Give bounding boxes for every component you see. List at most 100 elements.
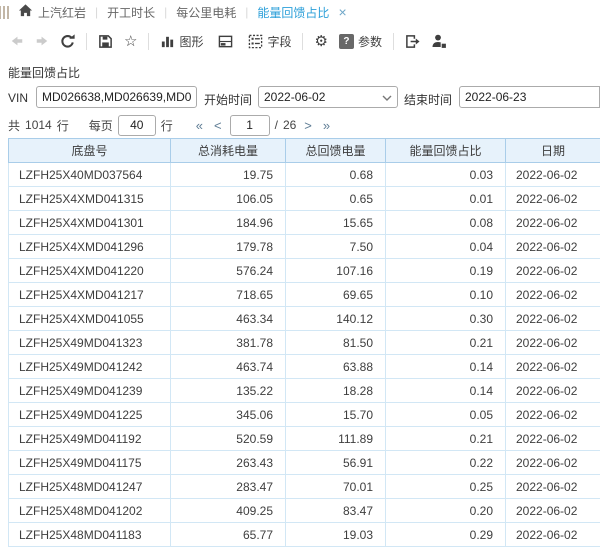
cell-total-consumed: 409.25: [171, 499, 286, 523]
current-page-input[interactable]: [230, 115, 270, 136]
cell-feedback-ratio: 0.14: [386, 379, 506, 403]
table-row[interactable]: LZFH25X4XMD041055 463.34 140.12 0.30 202…: [9, 307, 600, 331]
cell-chassis-number: LZFH25X4XMD041296: [9, 235, 171, 259]
cell-feedback-ratio: 0.10: [386, 283, 506, 307]
table-row[interactable]: LZFH25X49MD041239 135.22 18.28 0.14 2022…: [9, 379, 600, 403]
grid-column-header[interactable]: 总回馈电量: [286, 139, 386, 163]
table-row[interactable]: LZFH25X49MD041192 520.59 111.89 0.21 202…: [9, 427, 600, 451]
table-row[interactable]: LZFH25X4XMD041220 576.24 107.16 0.19 202…: [9, 259, 600, 283]
vin-input[interactable]: [36, 86, 197, 108]
table-row[interactable]: LZFH25X49MD041225 345.06 15.70 0.05 2022…: [9, 403, 600, 427]
cell-total-regen: 81.50: [286, 331, 386, 355]
cell-total-consumed: 263.43: [171, 451, 286, 475]
user-profile-button[interactable]: [431, 33, 447, 49]
grid-column-header[interactable]: 日期: [506, 139, 600, 163]
first-page-button[interactable]: «: [193, 118, 206, 133]
table-row[interactable]: LZFH25X4XMD041296 179.78 7.50 0.04 2022-…: [9, 235, 600, 259]
settings-gear-icon[interactable]: ⚙: [314, 34, 327, 49]
last-page-button[interactable]: »: [320, 118, 333, 133]
cell-date: 2022-06-02: [506, 355, 600, 379]
fields-button[interactable]: 字段: [248, 33, 291, 50]
total-pages: 26: [283, 118, 296, 132]
tab-energy-per-km[interactable]: 每公里电耗: [176, 4, 236, 21]
per-page-label: 每页: [89, 117, 113, 134]
toolbar-divider: [393, 33, 394, 50]
tab-energy-feedback-ratio[interactable]: 能量回馈占比: [257, 4, 329, 21]
cell-chassis-number: LZFH25X49MD041225: [9, 403, 171, 427]
start-date-value: 2022-06-02: [264, 90, 325, 104]
cell-feedback-ratio: 0.21: [386, 331, 506, 355]
cell-feedback-ratio: 0.03: [386, 163, 506, 187]
cell-feedback-ratio: 0.30: [386, 307, 506, 331]
table-row[interactable]: LZFH25X4XMD041301 184.96 15.65 0.08 2022…: [9, 211, 600, 235]
cell-chassis-number: LZFH25X4XMD041315: [9, 187, 171, 211]
cell-total-consumed: 718.65: [171, 283, 286, 307]
cell-feedback-ratio: 0.08: [386, 211, 506, 235]
menu-icon[interactable]: [0, 6, 9, 19]
cell-feedback-ratio: 0.29: [386, 523, 506, 547]
cell-total-regen: 70.01: [286, 475, 386, 499]
table-row[interactable]: LZFH25X48MD041202 409.25 83.47 0.20 2022…: [9, 499, 600, 523]
cell-date: 2022-06-02: [506, 499, 600, 523]
cell-total-regen: 56.91: [286, 451, 386, 475]
cell-total-consumed: 381.78: [171, 331, 286, 355]
cell-feedback-ratio: 0.01: [386, 187, 506, 211]
tab-work-duration[interactable]: 开工时长: [107, 4, 155, 21]
cell-chassis-number: LZFH25X40MD037564: [9, 163, 171, 187]
cell-chassis-number: LZFH25X49MD041242: [9, 355, 171, 379]
tab-home-brand[interactable]: 上汽红岩: [18, 3, 86, 21]
save-button[interactable]: [98, 34, 113, 49]
per-page-input[interactable]: [118, 115, 156, 136]
grid-column-header[interactable]: 总消耗电量: [171, 139, 286, 163]
start-date-select[interactable]: 2022-06-02: [258, 86, 398, 108]
refresh-button[interactable]: [60, 34, 75, 49]
table-row[interactable]: LZFH25X48MD041247 283.47 70.01 0.25 2022…: [9, 475, 600, 499]
table-row[interactable]: LZFH25X49MD041175 263.43 56.91 0.22 2022…: [9, 451, 600, 475]
cell-total-consumed: 345.06: [171, 403, 286, 427]
cell-chassis-number: LZFH25X49MD041175: [9, 451, 171, 475]
toolbar-divider: [148, 33, 149, 50]
close-tab-icon[interactable]: ×: [338, 5, 346, 19]
cell-date: 2022-06-02: [506, 475, 600, 499]
start-time-label: 开始时间: [204, 91, 252, 108]
favorite-star-icon[interactable]: ☆: [124, 34, 137, 49]
cell-chassis-number: LZFH25X4XMD041217: [9, 283, 171, 307]
brand-label: 上汽红岩: [38, 4, 86, 21]
export-button[interactable]: [405, 34, 420, 49]
cell-chassis-number: LZFH25X49MD041323: [9, 331, 171, 355]
table-row[interactable]: LZFH25X4XMD041217 718.65 69.65 0.10 2022…: [9, 283, 600, 307]
end-date-input[interactable]: [459, 86, 600, 108]
panel-layout-button[interactable]: [218, 34, 233, 49]
grid-header-row: 底盘号总消耗电量总回馈电量能量回馈占比日期: [9, 139, 600, 163]
cell-chassis-number: LZFH25X48MD041247: [9, 475, 171, 499]
grid-column-header[interactable]: 底盘号: [9, 139, 171, 163]
chart-view-button[interactable]: 图形: [160, 33, 203, 50]
table-row[interactable]: LZFH25X4XMD041315 106.05 0.65 0.01 2022-…: [9, 187, 600, 211]
table-row[interactable]: LZFH25X48MD041183 65.77 19.03 0.29 2022-…: [9, 523, 600, 547]
filter-row: VIN 开始时间 2022-06-02 结束时间: [0, 86, 600, 110]
cell-total-regen: 69.65: [286, 283, 386, 307]
cell-total-regen: 0.68: [286, 163, 386, 187]
row-unit-label: 行: [57, 117, 69, 134]
app-window: 上汽红岩 | 开工时长 | 每公里电耗 | 能量回馈占比 × ☆ 图形: [0, 0, 600, 555]
parameters-button[interactable]: ? 参数: [339, 33, 382, 50]
back-button[interactable]: [10, 34, 24, 48]
table-row[interactable]: LZFH25X49MD041242 463.74 63.88 0.14 2022…: [9, 355, 600, 379]
cell-total-consumed: 179.78: [171, 235, 286, 259]
table-row[interactable]: LZFH25X40MD037564 19.75 0.68 0.03 2022-0…: [9, 163, 600, 187]
prev-page-button[interactable]: <: [211, 118, 225, 133]
grid-column-header[interactable]: 能量回馈占比: [386, 139, 506, 163]
table-row[interactable]: LZFH25X49MD041323 381.78 81.50 0.21 2022…: [9, 331, 600, 355]
page-of-separator: /: [275, 118, 278, 132]
cell-total-consumed: 463.74: [171, 355, 286, 379]
cell-total-consumed: 576.24: [171, 259, 286, 283]
cell-total-consumed: 184.96: [171, 211, 286, 235]
cell-chassis-number: LZFH25X4XMD041220: [9, 259, 171, 283]
pagination-bar: 共 1014 行 每页 行 « < / 26 > »: [8, 113, 600, 137]
cell-chassis-number: LZFH25X49MD041239: [9, 379, 171, 403]
cell-total-consumed: 283.47: [171, 475, 286, 499]
cell-total-consumed: 463.34: [171, 307, 286, 331]
tab-separator: |: [95, 5, 98, 19]
next-page-button[interactable]: >: [301, 118, 315, 133]
forward-button[interactable]: [35, 34, 49, 48]
